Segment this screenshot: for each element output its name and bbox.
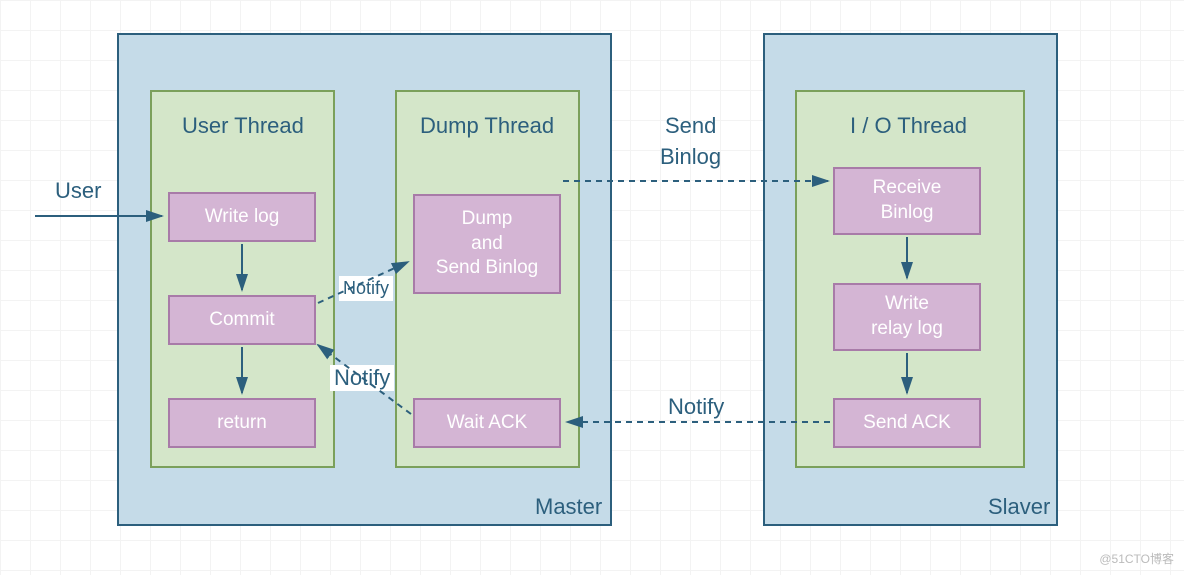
master-label: Master bbox=[535, 494, 602, 520]
send-binlog-label-2: Binlog bbox=[660, 144, 721, 170]
receive-binlog-box: Receive Binlog bbox=[833, 167, 981, 235]
dump-thread-title: Dump Thread bbox=[420, 113, 554, 139]
slaver-label: Slaver bbox=[988, 494, 1050, 520]
watermark: @51CTO博客 bbox=[1099, 550, 1174, 567]
notify-commit-dump: Notify bbox=[339, 276, 393, 301]
dump-send-box: Dump and Send Binlog bbox=[413, 194, 561, 294]
user-label: User bbox=[55, 178, 101, 204]
send-binlog-label-1: Send bbox=[665, 113, 716, 139]
send-ack-box: Send ACK bbox=[833, 398, 981, 448]
write-relay-box: Write relay log bbox=[833, 283, 981, 351]
io-thread-title: I / O Thread bbox=[850, 113, 967, 139]
notify-wait-commit: Notify bbox=[330, 365, 394, 391]
commit-box: Commit bbox=[168, 295, 316, 345]
wait-ack-box: Wait ACK bbox=[413, 398, 561, 448]
write-log-box: Write log bbox=[168, 192, 316, 242]
user-thread-title: User Thread bbox=[182, 113, 304, 139]
dump-send-text: Dump and Send Binlog bbox=[436, 207, 538, 281]
write-relay-text: Write relay log bbox=[871, 292, 943, 341]
receive-text: Receive Binlog bbox=[873, 176, 942, 225]
return-box: return bbox=[168, 398, 316, 448]
notify-sendack-wait: Notify bbox=[668, 394, 724, 420]
